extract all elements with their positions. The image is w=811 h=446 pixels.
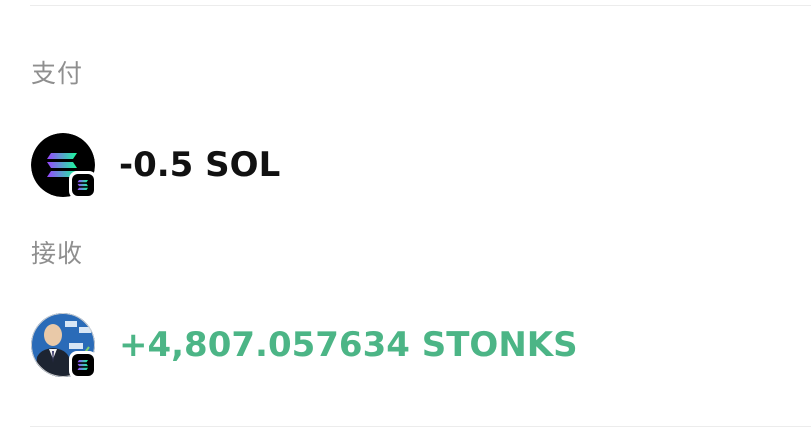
receive-section-label: 接收 <box>31 239 84 268</box>
swap-summary: 支付 -0.5 SOL 接收 +4,807.057634 STONKS <box>0 0 811 446</box>
bottom-divider <box>30 426 811 427</box>
pay-row: -0.5 SOL <box>31 132 281 199</box>
receive-row: +4,807.057634 STONKS <box>31 312 578 379</box>
receive-amount: +4,807.057634 STONKS <box>119 325 578 365</box>
receive-chain-badge <box>69 351 97 379</box>
pay-amount: -0.5 SOL <box>119 145 281 185</box>
solana-chain-badge-icon <box>72 174 94 196</box>
receive-token-icon-wrapper <box>31 313 97 379</box>
solana-chain-badge-icon <box>72 354 94 376</box>
pay-chain-badge <box>69 171 97 199</box>
pay-token-icon-wrapper <box>31 133 97 199</box>
top-divider <box>30 5 811 6</box>
pay-section-label: 支付 <box>31 59 84 88</box>
